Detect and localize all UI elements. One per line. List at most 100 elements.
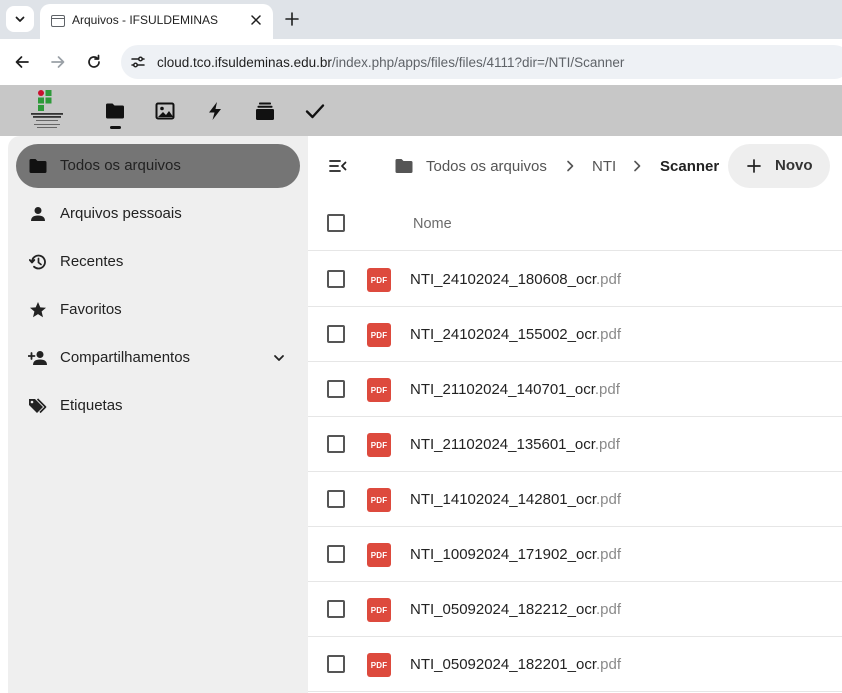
folder-icon: [28, 156, 48, 176]
file-name[interactable]: NTI_24102024_155002_ocr.pdf: [410, 326, 621, 343]
browser-toolbar: cloud.tco.ifsuldeminas.edu.br/index.php/…: [0, 39, 842, 85]
row-checkbox[interactable]: [327, 325, 345, 343]
reload-icon: [88, 54, 100, 68]
table-row[interactable]: PDF NTI_14102024_142801_ocr.pdf: [308, 472, 842, 527]
folder-icon: [395, 159, 413, 173]
file-extension: .pdf: [594, 436, 620, 453]
pdf-file-icon: PDF: [367, 268, 391, 292]
url-host: cloud.tco.ifsuldeminas.edu.br: [157, 55, 332, 70]
institution-logo[interactable]: [28, 88, 66, 132]
file-name[interactable]: NTI_21102024_140701_ocr.pdf: [410, 381, 620, 398]
activity-icon[interactable]: [203, 99, 227, 123]
plus-icon: [745, 157, 763, 175]
breadcrumb-current[interactable]: Scanner: [660, 158, 719, 175]
pdf-file-icon: PDF: [367, 433, 391, 457]
file-basename: NTI_05092024_182201_ocr: [410, 656, 596, 673]
share-person-icon: [28, 348, 48, 368]
file-extension: .pdf: [596, 491, 622, 508]
file-name[interactable]: NTI_10092024_171902_ocr.pdf: [410, 546, 621, 563]
files-main: Todos os arquivos NTI Scanner Novo Nome …: [308, 136, 842, 693]
pdf-file-icon: PDF: [367, 323, 391, 347]
deck-icon[interactable]: [253, 99, 277, 123]
url-path: /index.php/apps/files/files/4111?dir=/NT…: [331, 55, 625, 70]
window-icon: [51, 15, 65, 27]
files-icon[interactable]: [103, 99, 127, 123]
sidebar-item-favorites[interactable]: Favoritos: [16, 288, 300, 332]
pdf-file-icon: PDF: [367, 653, 391, 677]
breadcrumb-all-files[interactable]: Todos os arquivos: [426, 158, 547, 175]
pdf-file-icon: PDF: [367, 378, 391, 402]
sidebar-item-label: Todos os arquivos: [60, 157, 181, 174]
file-name[interactable]: NTI_24102024_180608_ocr.pdf: [410, 271, 621, 288]
table-row[interactable]: PDF NTI_05092024_182212_ocr.pdf: [308, 582, 842, 637]
table-row[interactable]: PDF NTI_24102024_180608_ocr.pdf: [308, 252, 842, 307]
tasks-icon[interactable]: [303, 99, 327, 123]
browser-tab[interactable]: Arquivos - IFSULDEMINAS: [40, 4, 273, 39]
file-basename: NTI_24102024_180608_ocr: [410, 271, 596, 288]
file-name[interactable]: NTI_21102024_135601_ocr.pdf: [410, 436, 620, 453]
sidebar-item-label: Etiquetas: [60, 397, 123, 414]
file-extension: .pdf: [594, 381, 620, 398]
forward-button[interactable]: [47, 51, 69, 73]
pdf-file-icon: PDF: [367, 543, 391, 567]
app-header: [0, 85, 842, 136]
sidebar-item-personal-files[interactable]: Arquivos pessoais: [16, 192, 300, 236]
file-basename: NTI_14102024_142801_ocr: [410, 491, 596, 508]
breadcrumb-nti[interactable]: NTI: [592, 158, 616, 175]
table-row[interactable]: PDF NTI_10092024_171902_ocr.pdf: [308, 527, 842, 582]
sidebar-item-label: Compartilhamentos: [60, 349, 191, 366]
arrow-left-icon: [15, 56, 29, 68]
back-button[interactable]: [11, 51, 33, 73]
close-icon: [251, 15, 261, 25]
site-info-icon[interactable]: [129, 53, 147, 71]
row-checkbox[interactable]: [327, 270, 345, 288]
file-name[interactable]: NTI_14102024_142801_ocr.pdf: [410, 491, 621, 508]
row-checkbox[interactable]: [327, 545, 345, 563]
sidebar-item-label: Recentes: [60, 253, 124, 270]
column-name-header[interactable]: Nome: [413, 216, 452, 232]
table-row[interactable]: PDF NTI_21102024_140701_ocr.pdf: [308, 362, 842, 417]
toggle-navigation-button[interactable]: [328, 156, 348, 176]
file-name[interactable]: NTI_05092024_182201_ocr.pdf: [410, 656, 621, 673]
new-button[interactable]: Novo: [728, 144, 830, 188]
browser-tabstrip: Arquivos - IFSULDEMINAS: [0, 0, 842, 39]
table-row[interactable]: PDF NTI_05092024_182201_ocr.pdf: [308, 637, 842, 692]
sidebar-item-label: Favoritos: [60, 301, 122, 318]
photos-icon[interactable]: [153, 99, 177, 123]
new-tab-button[interactable]: [282, 9, 302, 29]
breadcrumb-home-icon[interactable]: [394, 156, 414, 176]
breadcrumb-chevron-icon: [630, 157, 644, 175]
tab-title: Arquivos - IFSULDEMINAS: [72, 13, 219, 27]
navigation-sidebar: Todos os arquivos Arquivos pessoais Rece…: [8, 136, 308, 693]
sidebar-item-shares[interactable]: Compartilhamentos: [16, 336, 300, 380]
select-all-checkbox[interactable]: [327, 214, 345, 232]
table-row[interactable]: PDF NTI_24102024_155002_ocr.pdf: [308, 307, 842, 362]
file-basename: NTI_21102024_140701_ocr: [410, 381, 595, 398]
sidebar-item-tags[interactable]: Etiquetas: [16, 384, 300, 428]
row-checkbox[interactable]: [327, 600, 345, 618]
reload-button[interactable]: [83, 51, 105, 73]
file-extension: .pdf: [596, 326, 622, 343]
table-row[interactable]: PDF NTI_21102024_135601_ocr.pdf: [308, 417, 842, 472]
file-basename: NTI_05092024_182212_ocr: [410, 601, 596, 618]
row-checkbox[interactable]: [327, 655, 345, 673]
tab-search-button[interactable]: [6, 6, 34, 32]
star-icon: [28, 300, 48, 320]
row-checkbox[interactable]: [327, 435, 345, 453]
sidebar-item-label: Arquivos pessoais: [60, 205, 182, 222]
chevron-down-icon: [15, 16, 25, 22]
chevron-down-icon[interactable]: [270, 349, 288, 367]
sidebar-item-all-files[interactable]: Todos os arquivos: [16, 144, 300, 188]
file-name[interactable]: NTI_05092024_182212_ocr.pdf: [410, 601, 621, 618]
row-checkbox[interactable]: [327, 490, 345, 508]
tab-close-button[interactable]: [247, 11, 265, 29]
pdf-file-icon: PDF: [367, 598, 391, 622]
url-text: cloud.tco.ifsuldeminas.edu.br/index.php/…: [157, 55, 624, 70]
sidebar-item-recent[interactable]: Recentes: [16, 240, 300, 284]
pdf-file-icon: PDF: [367, 488, 391, 512]
breadcrumb-chevron-icon: [563, 157, 577, 175]
row-checkbox[interactable]: [327, 380, 345, 398]
arrow-right-icon: [51, 56, 65, 68]
file-basename: NTI_24102024_155002_ocr: [410, 326, 596, 343]
address-bar[interactable]: cloud.tco.ifsuldeminas.edu.br/index.php/…: [121, 45, 842, 79]
